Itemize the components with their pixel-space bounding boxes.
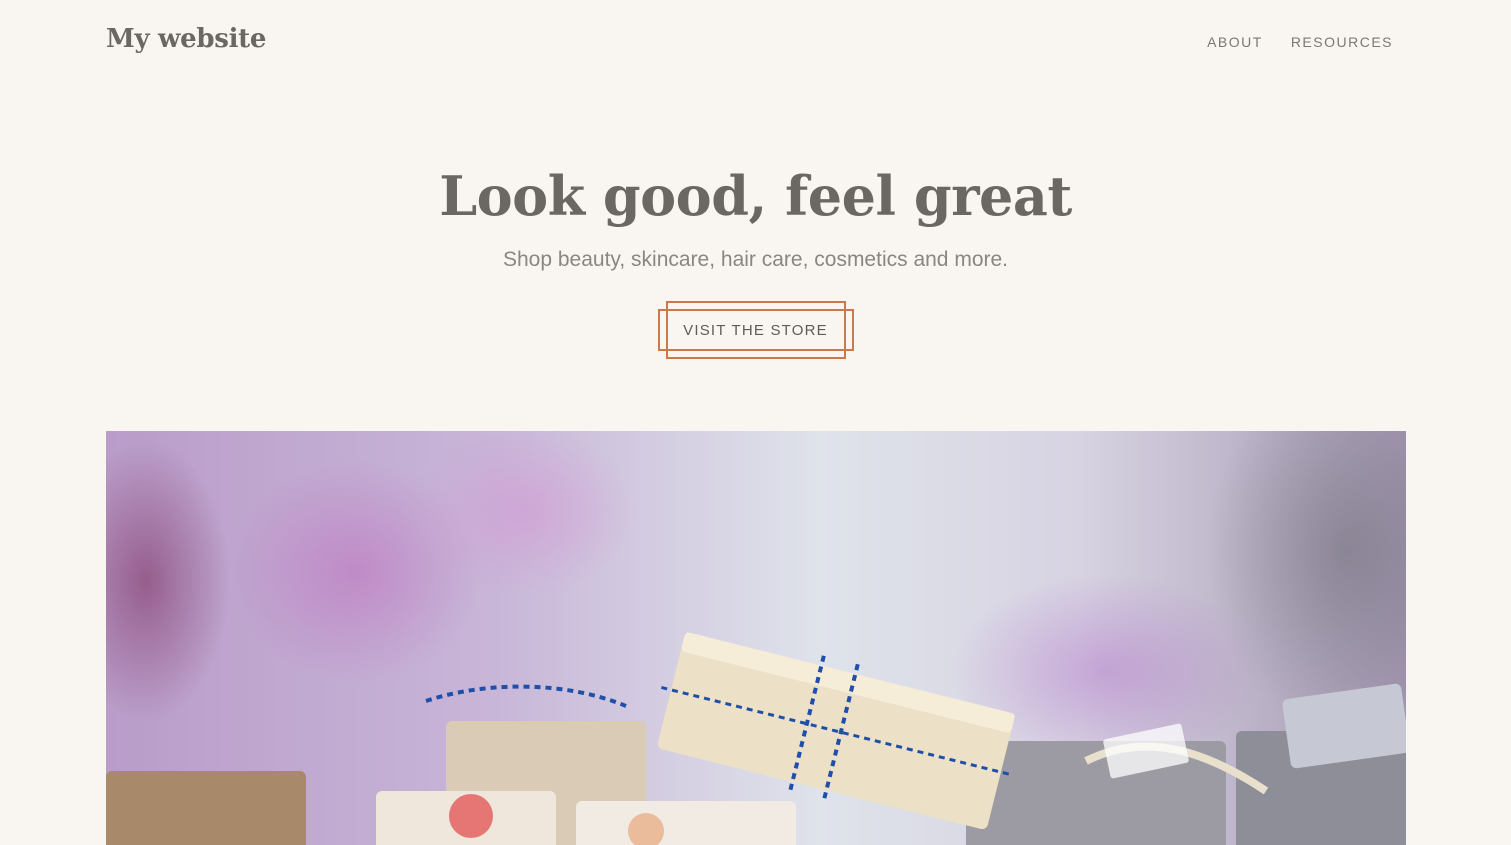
main-nav: ABOUT RESOURCES — [1207, 34, 1393, 50]
twine-left — [425, 684, 627, 708]
visit-store-button[interactable]: VISIT THE STORE — [666, 309, 846, 351]
soap-bar-front-center — [576, 801, 796, 845]
hero-subtitle: Shop beauty, skincare, hair care, cosmet… — [502, 248, 1008, 271]
hero-section: Look good, feel great Shop beauty, skinc… — [0, 160, 1511, 361]
site-title-link[interactable]: My website — [106, 24, 266, 54]
hero-image-soap-bars — [106, 431, 1406, 845]
cta-wrapper: VISIT THE STORE — [657, 301, 854, 361]
site-header: My website ABOUT RESOURCES — [106, 0, 1405, 90]
soap-bars-illustration — [106, 632, 1406, 845]
hero-title: Look good, feel great — [439, 164, 1072, 228]
nav-item-resources[interactable]: RESOURCES — [1291, 34, 1393, 50]
nav-item-about[interactable]: ABOUT — [1207, 34, 1263, 50]
soap-red-spot — [449, 794, 493, 838]
soap-bar-left — [106, 771, 306, 845]
